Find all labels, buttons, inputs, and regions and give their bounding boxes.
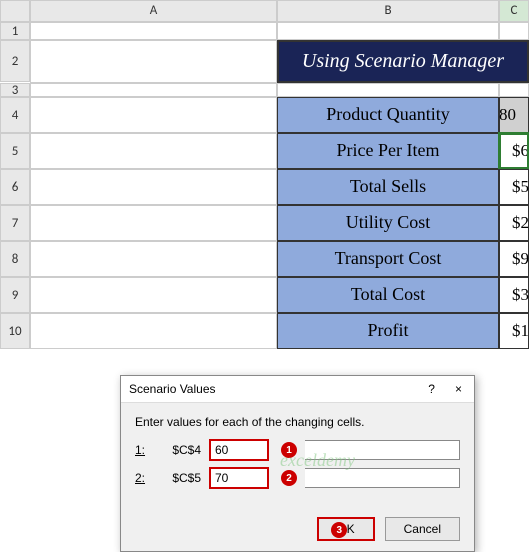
input-extension-2[interactable]: [305, 468, 460, 488]
cell-A6[interactable]: [30, 169, 277, 205]
value-product-quantity[interactable]: 80: [499, 97, 529, 133]
cell-A8[interactable]: [30, 241, 277, 277]
input-ref-2: $C$5: [157, 471, 201, 485]
input-index-2: 2:: [135, 471, 149, 485]
ok-button[interactable]: 3 OK: [317, 517, 374, 541]
close-icon[interactable]: ×: [451, 382, 466, 396]
cell-A2[interactable]: [30, 40, 277, 83]
row-header-2[interactable]: 2: [0, 40, 30, 82]
row-header-5[interactable]: 5: [0, 133, 30, 169]
row-header-3[interactable]: 3: [0, 83, 30, 97]
cell-C1[interactable]: [499, 22, 529, 40]
cancel-button[interactable]: Cancel: [385, 517, 460, 541]
cell-A9[interactable]: [30, 277, 277, 313]
dialog-titlebar[interactable]: Scenario Values ? ×: [121, 376, 474, 403]
input-value-2[interactable]: [209, 467, 269, 489]
row-header-7[interactable]: 7: [0, 205, 30, 241]
select-all-corner[interactable]: [0, 0, 30, 22]
cell-A3[interactable]: [30, 83, 277, 97]
label-price-per-item[interactable]: Price Per Item: [277, 133, 499, 169]
dialog-instruction: Enter values for each of the changing ce…: [135, 415, 460, 429]
input-value-1[interactable]: [209, 439, 269, 461]
label-product-quantity[interactable]: Product Quantity: [277, 97, 499, 133]
cell-C3[interactable]: [499, 83, 529, 97]
cell-B1[interactable]: [277, 22, 499, 40]
row-header-9[interactable]: 9: [0, 277, 30, 313]
row-header-10[interactable]: 10: [0, 313, 30, 349]
label-transport-cost[interactable]: Transport Cost: [277, 241, 499, 277]
input-row-2: 2: $C$5 2: [135, 467, 460, 489]
input-row-1: 1: $C$4 1: [135, 439, 460, 461]
col-header-A[interactable]: A: [30, 0, 277, 22]
dialog-title-text: Scenario Values: [129, 382, 216, 396]
cell-B3[interactable]: [277, 83, 499, 97]
callout-1: 1: [281, 442, 297, 458]
spreadsheet-grid: A B C 1 2 Using Scenario Manager 3 4 Pro…: [0, 0, 529, 349]
col-header-B[interactable]: B: [277, 0, 499, 22]
value-profit[interactable]: $1,750.00: [499, 313, 529, 349]
input-extension-1[interactable]: [305, 440, 460, 460]
row-header-1[interactable]: 1: [0, 22, 30, 40]
cell-A7[interactable]: [30, 205, 277, 241]
value-transport-cost[interactable]: $950.00: [499, 241, 529, 277]
value-total-sells[interactable]: $5,200.00: [499, 169, 529, 205]
cell-A10[interactable]: [30, 313, 277, 349]
callout-2: 2: [281, 470, 297, 486]
value-price-per-item[interactable]: $65.00: [499, 133, 529, 169]
title-cell[interactable]: Using Scenario Manager: [277, 40, 529, 83]
cell-A5[interactable]: [30, 133, 277, 169]
input-index-1: 1:: [135, 443, 149, 457]
label-profit[interactable]: Profit: [277, 313, 499, 349]
row-header-8[interactable]: 8: [0, 241, 30, 277]
value-utility-cost[interactable]: $2,500.00: [499, 205, 529, 241]
label-utility-cost[interactable]: Utility Cost: [277, 205, 499, 241]
cell-A4[interactable]: [30, 97, 277, 133]
row-header-4[interactable]: 4: [0, 97, 30, 133]
label-total-cost[interactable]: Total Cost: [277, 277, 499, 313]
help-icon[interactable]: ?: [424, 382, 439, 396]
input-ref-1: $C$4: [157, 443, 201, 457]
scenario-values-dialog: Scenario Values ? × Enter values for eac…: [120, 375, 475, 552]
col-header-C[interactable]: C: [499, 0, 529, 22]
cell-A1[interactable]: [30, 22, 277, 40]
value-total-cost[interactable]: $3,450.00: [499, 277, 529, 313]
row-header-6[interactable]: 6: [0, 169, 30, 205]
label-total-sells[interactable]: Total Sells: [277, 169, 499, 205]
